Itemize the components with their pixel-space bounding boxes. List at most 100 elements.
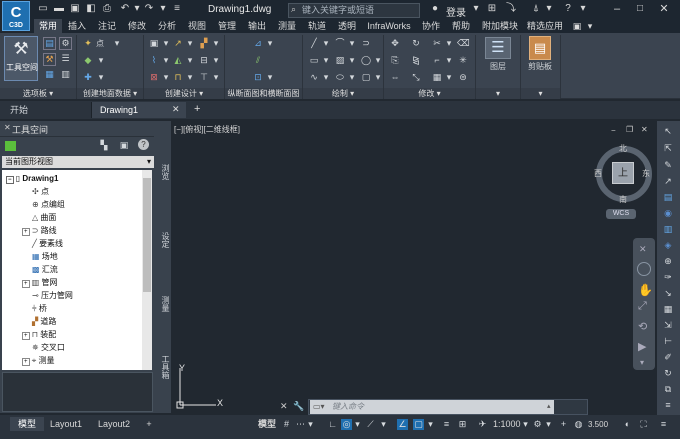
lineweight-icon[interactable]: ≡ [441,419,452,430]
transparency-icon[interactable]: ⊞ [457,419,468,430]
snap-dropdown-icon[interactable]: ▾ [305,419,316,430]
isolate-objects-icon[interactable]: ◐ [622,419,633,430]
isodraft-icon[interactable]: ⟋ [365,419,376,430]
tab-home[interactable]: 常用 [34,19,62,33]
annotation-visibility-icon[interactable]: ✈ [477,419,488,430]
trim-dropdown-icon[interactable]: ▾ [443,38,455,49]
section-view-dropdown-icon[interactable]: ▾ [264,72,276,83]
alignment-icon[interactable]: ↗ [172,38,184,49]
tree-item-assemblies[interactable]: + ⊓ 装配 [22,328,56,341]
surface-dropdown-icon[interactable]: ▾ [95,55,107,66]
profile-view-dropdown-icon[interactable]: ▾ [264,38,276,49]
corridor-icon[interactable]: ▞ [198,38,210,49]
rt-arrow-icon[interactable]: ↗ [662,176,674,187]
spline-dropdown-icon[interactable]: ▾ [320,72,332,83]
tree-item-corridors[interactable]: ▞ 道路 [32,315,56,328]
panel-label-create-ground[interactable]: 创建地面数据 ▾ [77,88,143,99]
rt-mirror-icon[interactable]: ⧉ [662,384,674,395]
corridor-dropdown-icon[interactable]: ▾ [210,38,222,49]
a360-dropdown-icon[interactable]: ▾ [543,3,555,15]
annotation-scale-value[interactable]: 1:1000 [493,419,521,429]
model-space-button[interactable]: 模型 [256,417,278,431]
arc-icon[interactable]: ⊃ [360,38,372,49]
intersection-dropdown-icon[interactable]: ▾ [160,72,172,83]
sample-lines-icon[interactable]: ⫽ [252,55,264,66]
parcel-icon[interactable]: ▣ [148,38,160,49]
fillet-icon[interactable]: ⌐ [431,55,443,66]
item-view-icon[interactable]: ▚ [98,140,110,151]
login-button[interactable]: 登录 [446,4,466,19]
customize-status-icon[interactable]: ≡ [658,419,669,430]
scale-dropdown-icon[interactable]: ▾ [520,419,531,430]
compass-south[interactable]: 南 [619,194,627,205]
layout-tab-layout1[interactable]: Layout1 [44,417,88,431]
open-folder-icon[interactable]: ▬ [53,3,65,15]
rt-edit-icon[interactable]: ✐ [662,352,674,363]
points-icon[interactable]: ✦ [82,38,94,49]
tab-survey[interactable]: 测量 [154,292,171,316]
profile-icon[interactable]: ⌇ [148,55,160,66]
ribbon-minimize-icon[interactable]: ▣ [570,19,584,33]
panel-label-modify[interactable]: 修改 ▾ [384,88,475,99]
layer-properties-icon[interactable]: ☰ [59,53,72,66]
alignment-dropdown-icon[interactable]: ▾ [184,38,196,49]
tab-toolbox[interactable]: 工具箱 [154,352,171,382]
new-tab-icon[interactable]: + [194,103,200,115]
compass-west[interactable]: 西 [594,168,602,179]
tree-item-survey[interactable]: + ⌖ 测量 [22,354,55,367]
undo-icon[interactable]: ↶ [119,3,131,15]
rt-rotate-icon[interactable]: ↻ [662,368,674,379]
redo-icon[interactable]: ↷ [143,3,155,15]
boundary-icon[interactable]: ▢ [360,72,372,83]
add-scale-icon[interactable]: + [558,419,569,430]
tab-infraworks[interactable]: InfraWorks [364,19,414,33]
intersection-icon[interactable]: ⊠ [148,72,160,83]
tree-item-alignments[interactable]: + ⊃ 路线 [22,224,57,237]
tree-root[interactable]: − ▯ Drawing1 [6,172,58,185]
tab-insert[interactable]: 插入 [64,19,90,33]
plot-icon[interactable]: ⎙ [101,3,113,15]
orbit-icon[interactable]: ⟲ [638,320,647,333]
cmd-customize-icon[interactable]: 🔧 [293,401,304,412]
recent-commands-icon[interactable]: ▭▾ [313,402,325,411]
file-tab-start[interactable]: 开始 [2,102,92,118]
tree-item-intersections[interactable]: ✵ 交叉口 [32,341,65,354]
profile-view-icon[interactable]: ⊿ [252,38,264,49]
maximize-icon[interactable]: □ [634,3,646,15]
exchange-icon[interactable]: ⤵ [505,3,517,15]
grid-icon[interactable]: # [281,419,292,430]
assembly-dropdown-icon[interactable]: ▾ [184,72,196,83]
fillet-dropdown-icon[interactable]: ▾ [443,55,455,66]
viewcube-top-face[interactable]: 上 [612,162,634,184]
autodesk-a360-icon[interactable]: ⍋ [530,3,542,15]
polyline-dropdown-icon[interactable]: ▾ [346,38,358,49]
grading-dropdown-icon[interactable]: ▾ [184,55,196,66]
annotation-scale-readout[interactable]: 3.500 [588,420,608,429]
osnap-dropdown-icon[interactable]: ▾ [425,419,436,430]
rectangle-dropdown-icon[interactable]: ▾ [320,55,332,66]
viewport-close-icon[interactable]: ✕ [641,125,648,134]
array-icon[interactable]: ▦ [431,72,443,83]
design-center-icon[interactable]: ▥ [59,69,72,82]
tab-analyze[interactable]: 分析 [154,19,180,33]
rotate-icon[interactable]: ↻ [410,38,422,49]
featureline-dropdown-icon[interactable]: ▾ [210,72,222,83]
rectangle-icon[interactable]: ▭ [308,55,320,66]
viewport-controls-label[interactable]: [−][俯视][二维线框] [174,124,240,135]
ellipse-dropdown-icon[interactable]: ▾ [346,72,358,83]
rt-select-icon[interactable]: ↖ [662,126,674,137]
move-icon[interactable]: ✥ [389,38,401,49]
tab-survey[interactable]: 测量 [274,19,300,33]
layout-tab-model[interactable]: 模型 [10,417,44,431]
line-dropdown-icon[interactable]: ▾ [320,38,332,49]
tab-prospector[interactable]: 浏览 [154,160,171,184]
view-selector[interactable]: 当前图形视图 ▾ [2,156,154,168]
layout-tab-layout2[interactable]: Layout2 [92,417,136,431]
palette-help-icon[interactable]: ? [138,139,149,150]
prospector-icon[interactable]: ▦ [43,69,56,82]
search-input[interactable]: 键入关键字或短语 [288,3,420,18]
circle-icon[interactable]: ◯ [360,55,372,66]
app-logo-button[interactable]: C C3D [2,1,30,31]
workspace-dropdown-icon[interactable]: ▾ [543,419,554,430]
tree-item-feature-lines[interactable]: ╱ 要素线 [32,237,63,250]
